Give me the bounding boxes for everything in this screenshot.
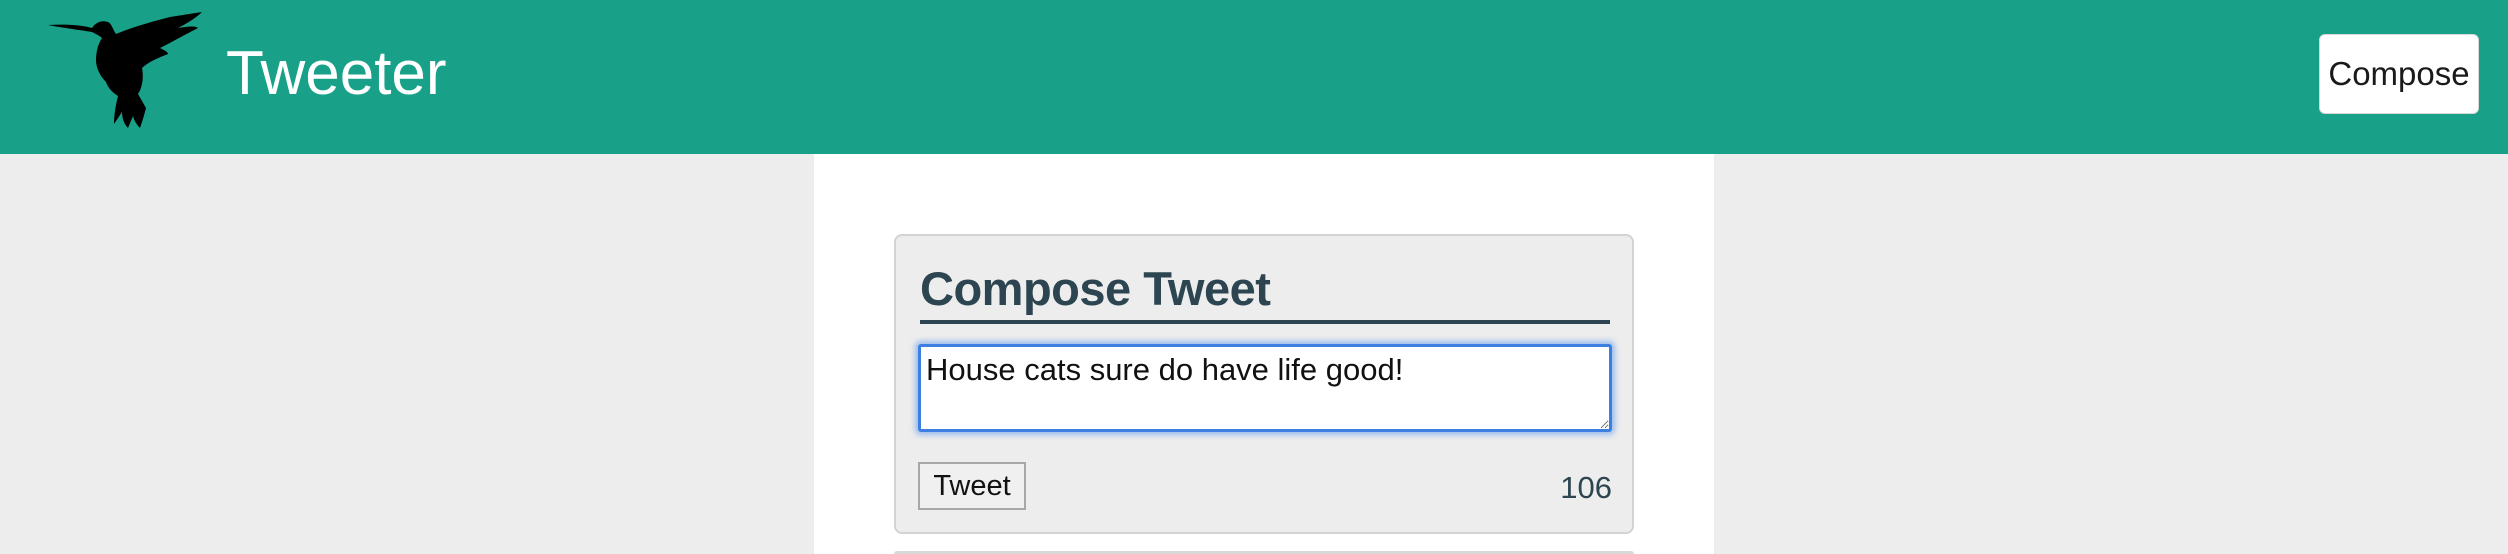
brand-title: Tweeter — [226, 39, 447, 108]
navbar: Tweeter Compose — [0, 0, 2508, 154]
compose-nav-button[interactable]: Compose — [2319, 34, 2479, 114]
compose-title: Compose Tweet — [920, 258, 1610, 324]
hummingbird-icon — [48, 12, 202, 128]
character-counter: 106 — [1560, 470, 1612, 505]
compose-panel: Compose Tweet House cats sure do have li… — [894, 234, 1634, 534]
tweet-textarea[interactable]: House cats sure do have life good! — [918, 344, 1612, 432]
tweet-button[interactable]: Tweet — [918, 462, 1026, 510]
main-container: Compose Tweet House cats sure do have li… — [814, 154, 1714, 554]
